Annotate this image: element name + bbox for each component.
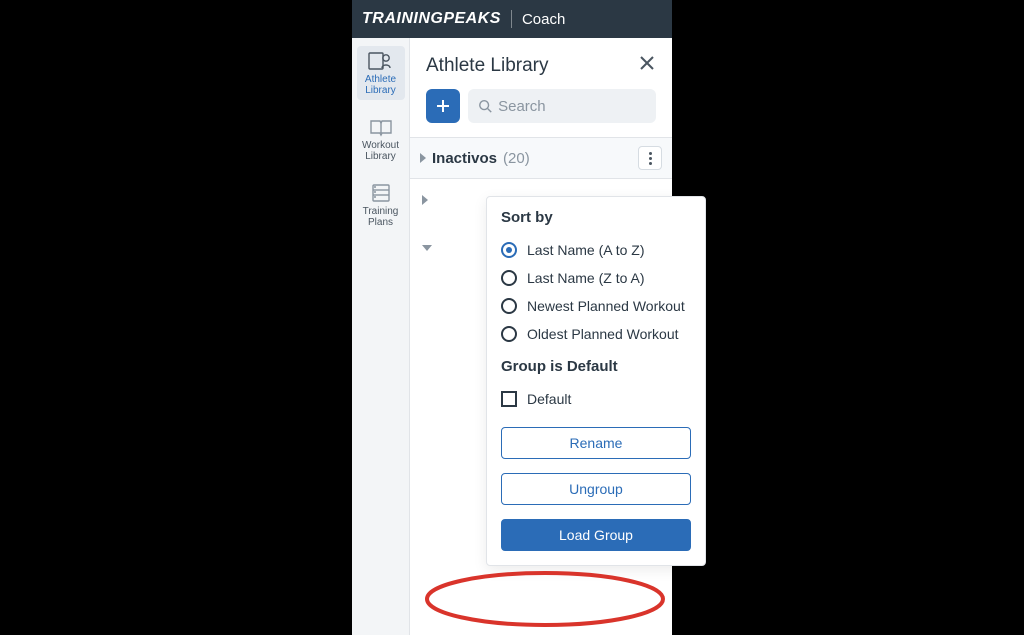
sidebar-item-training-plans[interactable]: Training Plans (357, 178, 405, 232)
brand-separator (511, 10, 512, 28)
sidebar-item-workout-library[interactable]: Workout Library (357, 112, 405, 166)
app-body: Athlete Library Workout Library Training… (352, 38, 672, 635)
default-checkbox-label: Default (527, 391, 571, 407)
panel-header: Athlete Library (410, 38, 672, 89)
expand-caret-icon[interactable] (422, 195, 428, 205)
radio-icon (501, 270, 517, 286)
radio-icon (501, 298, 517, 314)
panel-title: Athlete Library (426, 55, 549, 77)
close-icon[interactable] (638, 54, 656, 77)
group-default-heading: Group is Default (501, 358, 691, 375)
sort-option-newest-planned[interactable]: Newest Planned Workout (501, 292, 691, 320)
load-group-button-label: Load Group (559, 527, 633, 543)
expand-caret-icon (420, 153, 426, 163)
kebab-icon (649, 152, 652, 165)
sort-option-label: Last Name (Z to A) (527, 270, 644, 286)
rename-button[interactable]: Rename (501, 427, 691, 459)
sort-option-last-name-za[interactable]: Last Name (Z to A) (501, 264, 691, 292)
sort-option-label: Last Name (A to Z) (527, 242, 644, 258)
training-plans-icon (368, 182, 394, 204)
brand-sublabel: Coach (522, 11, 565, 28)
topbar: TRAININGPEAKS Coach (352, 0, 672, 38)
search-input[interactable] (498, 98, 646, 115)
group-row[interactable]: Inactivos (20) (410, 137, 672, 179)
sidebar-item-label: Training Plans (357, 206, 405, 228)
search-box[interactable] (468, 89, 656, 123)
radio-icon (501, 326, 517, 342)
add-button[interactable] (426, 89, 460, 123)
ungroup-button[interactable]: Ungroup (501, 473, 691, 505)
sort-option-last-name-az[interactable]: Last Name (A to Z) (501, 236, 691, 264)
sidebar-item-label: Athlete Library (357, 74, 405, 96)
plus-icon (434, 97, 452, 115)
search-row (410, 89, 672, 137)
group-count: (20) (503, 150, 530, 167)
ungroup-button-label: Ungroup (569, 481, 623, 497)
search-icon (478, 98, 492, 114)
sort-by-heading: Sort by (501, 209, 691, 226)
sort-option-label: Oldest Planned Workout (527, 326, 679, 342)
default-checkbox-row[interactable]: Default (501, 385, 691, 413)
group-menu-button[interactable] (638, 146, 662, 170)
app-window: TRAININGPEAKS Coach Athlete Library Work… (352, 0, 672, 635)
radio-icon (501, 242, 517, 258)
sort-option-oldest-planned[interactable]: Oldest Planned Workout (501, 320, 691, 348)
brand-logo: TRAININGPEAKS (362, 10, 501, 28)
load-group-button[interactable]: Load Group (501, 519, 691, 551)
rename-button-label: Rename (570, 435, 623, 451)
group-name: Inactivos (432, 150, 497, 167)
collapse-caret-icon[interactable] (422, 245, 432, 251)
group-options-popover: Sort by Last Name (A to Z) Last Name (Z … (486, 196, 706, 566)
athlete-library-icon (368, 50, 394, 72)
sidebar: Athlete Library Workout Library Training… (352, 38, 410, 635)
sidebar-item-athlete-library[interactable]: Athlete Library (357, 46, 405, 100)
workout-library-icon (368, 116, 394, 138)
library-panel: Athlete Library Inactivos (20) (410, 38, 672, 635)
sort-option-label: Newest Planned Workout (527, 298, 685, 314)
sidebar-item-label: Workout Library (357, 140, 405, 162)
checkbox-icon (501, 391, 517, 407)
